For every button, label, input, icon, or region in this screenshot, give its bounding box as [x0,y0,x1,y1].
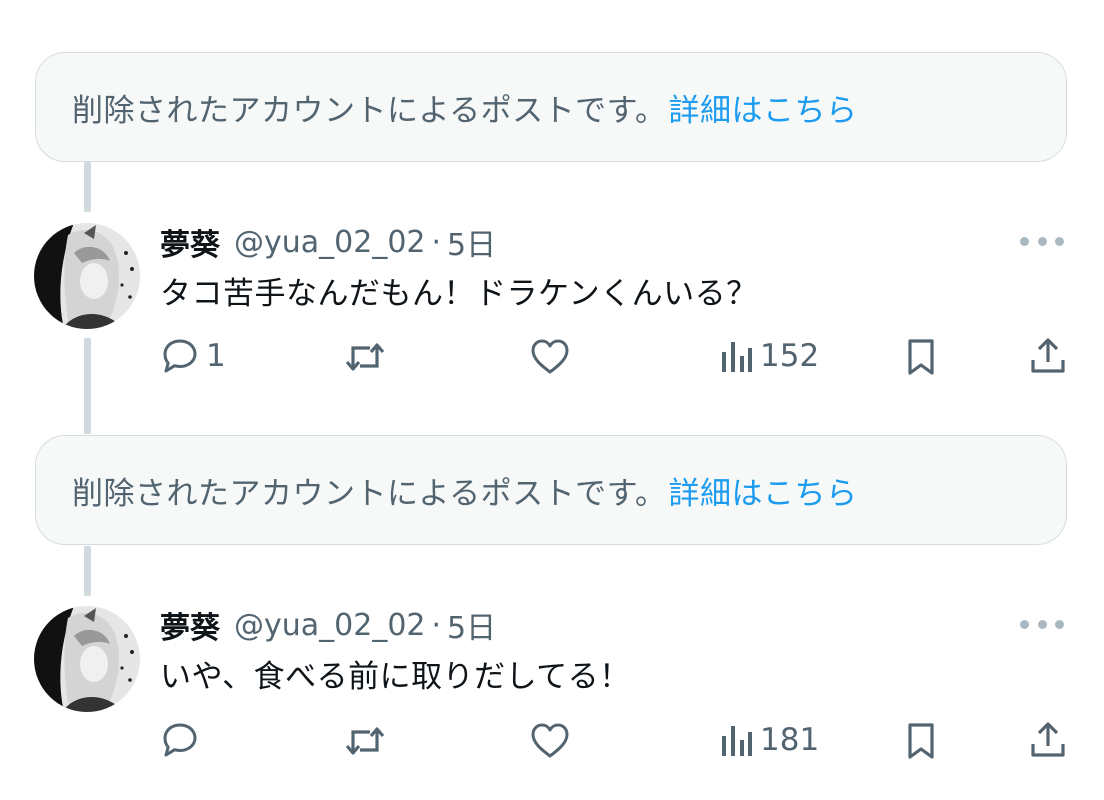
bookmark-icon [908,339,934,375]
bookmark-button[interactable] [906,338,936,376]
post-text: いや、食べる前に取りだしてる！ [160,659,631,695]
repost-arrows-icon [345,343,385,371]
views-button[interactable]: 152 [720,336,819,376]
post-header: 夢葵 @yua_02_02 · 5日 [160,220,496,264]
avatar[interactable] [34,223,140,329]
like-button[interactable] [530,722,576,760]
post-timestamp[interactable]: 5日 [447,220,496,264]
share-upload-icon [1031,338,1065,373]
bookmark-button[interactable] [906,722,936,760]
reply-button[interactable] [160,720,206,760]
heart-icon [531,339,569,374]
deleted-post-text: 削除されたアカウントによるポストです。 [72,92,667,129]
bar-chart-icon [722,726,752,756]
share-button[interactable] [1030,336,1066,376]
learn-more-link[interactable]: 詳細はこちら [668,85,857,130]
avatar[interactable] [34,606,140,712]
post-header: 夢葵 @yua_02_02 · 5日 [160,603,496,647]
views-button[interactable]: 181 [720,720,819,760]
heart-icon [531,723,569,758]
deleted-post-notice: 削除されたアカウントによるポストです。 詳細はこちら [35,435,1067,545]
like-button[interactable] [530,338,576,376]
thread-line [84,162,91,212]
repost-arrows-icon [345,727,385,755]
separator-dot: · [431,224,442,260]
author-handle[interactable]: @yua_02_02 [234,608,426,643]
speech-bubble-icon [163,339,197,373]
learn-more-link[interactable]: 詳細はこちら [668,468,857,513]
thread-line [84,338,91,434]
thread-line [84,546,91,596]
deleted-post-text: 削除されたアカウントによるポストです。 [72,475,667,512]
separator-dot: · [431,607,442,643]
post-text: タコ苦手なんだもん！ドラケンくんいる？ [160,276,758,312]
author-name[interactable]: 夢葵 [160,603,220,647]
author-handle[interactable]: @yua_02_02 [234,225,426,260]
post-timestamp[interactable]: 5日 [447,603,496,647]
views-count: 181 [760,722,820,758]
share-upload-icon [1031,722,1065,757]
bar-chart-icon [722,342,752,372]
share-button[interactable] [1030,720,1066,760]
repost-button[interactable] [344,722,392,760]
deleted-post-notice: 削除されたアカウントによるポストです。 詳細はこちら [35,52,1067,162]
more-options-icon[interactable] [1020,617,1064,631]
repost-button[interactable] [344,338,392,376]
bookmark-icon [908,723,934,759]
views-count: 152 [760,338,820,374]
reply-button[interactable]: 1 [160,336,226,376]
more-options-icon[interactable] [1020,234,1064,248]
author-name[interactable]: 夢葵 [160,220,220,264]
speech-bubble-icon [163,723,197,757]
reply-count: 1 [206,338,226,374]
